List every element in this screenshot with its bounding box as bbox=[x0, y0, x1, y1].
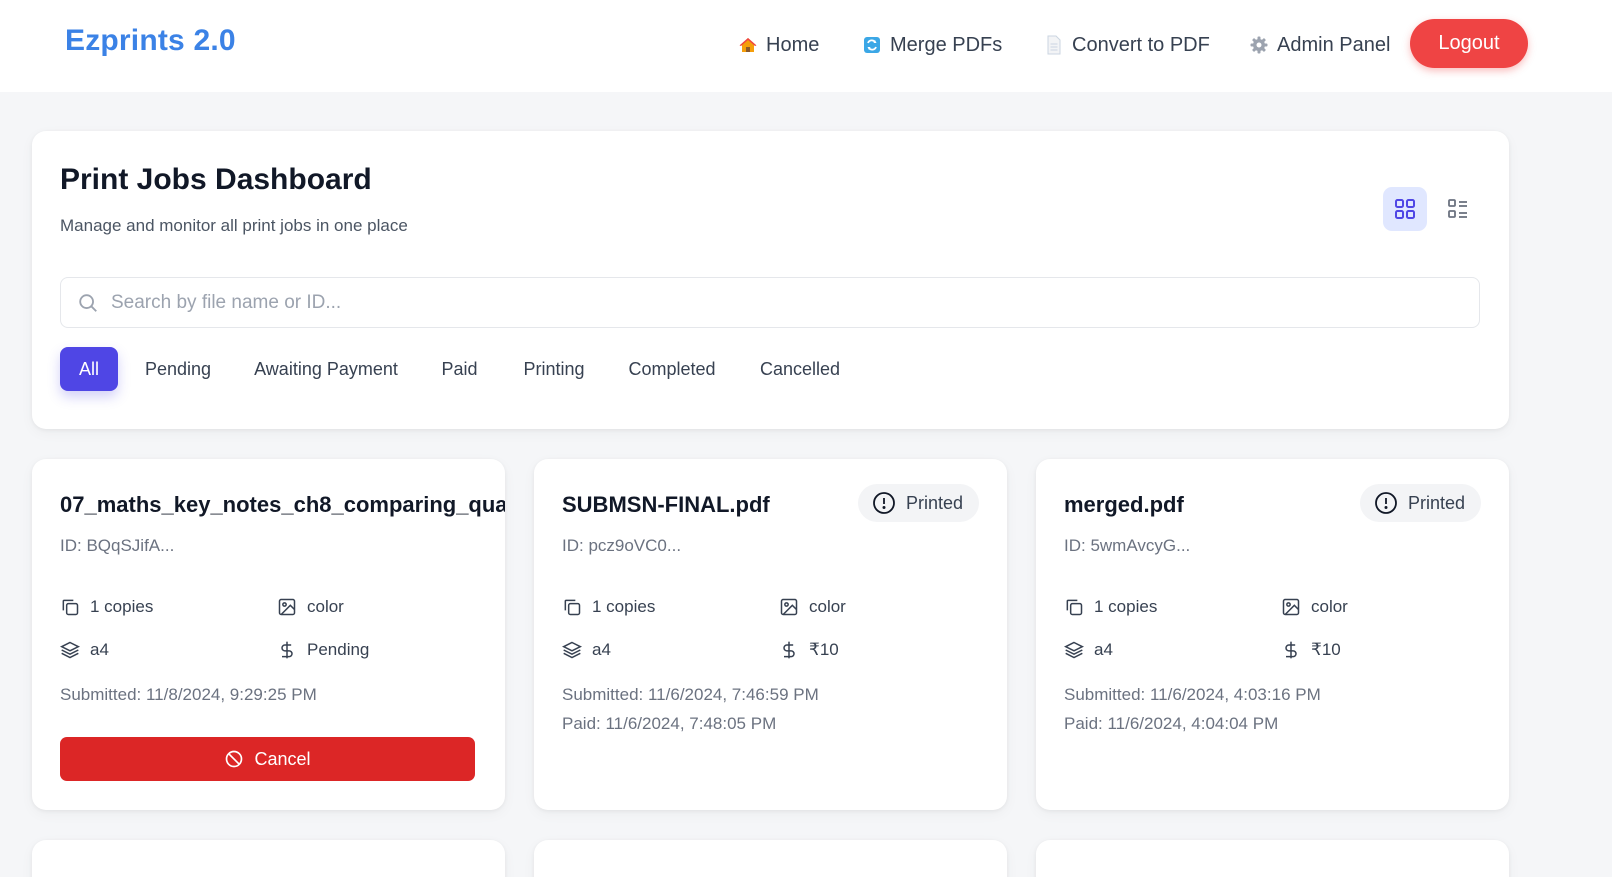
nav-admin-link[interactable]: Admin Panel bbox=[1249, 30, 1390, 60]
merge-icon bbox=[862, 35, 882, 55]
dashboard-header-card: Print Jobs Dashboard Manage and monitor … bbox=[32, 131, 1509, 429]
grid-icon bbox=[1395, 199, 1415, 219]
job-card[interactable]: merged.pdf Printed ID: 5wmAvcyG... 1 cop… bbox=[1036, 459, 1509, 810]
dollar-icon bbox=[783, 641, 795, 659]
layers-icon bbox=[60, 641, 80, 659]
job-id: ID: 5wmAvcyG... bbox=[1064, 536, 1191, 555]
ban-icon bbox=[226, 750, 243, 768]
job-paper-size: a4 bbox=[1064, 640, 1113, 660]
alert-circle-icon bbox=[1375, 492, 1397, 514]
document-icon bbox=[1044, 35, 1064, 55]
job-card-partial[interactable] bbox=[1036, 840, 1509, 877]
job-copies: 1 copies bbox=[1064, 597, 1157, 617]
nav-admin-label: Admin Panel bbox=[1277, 33, 1391, 56]
layers-icon bbox=[1064, 641, 1084, 659]
search-icon bbox=[79, 293, 97, 312]
layers-icon bbox=[562, 641, 582, 659]
job-id: ID: pcz9oVC0... bbox=[562, 536, 682, 555]
status-badge: Printed bbox=[1359, 484, 1481, 522]
status-badge: Printed bbox=[857, 484, 979, 522]
search-input[interactable] bbox=[111, 282, 1479, 323]
nav-convert-label: Convert to PDF bbox=[1072, 33, 1210, 56]
list-view-button[interactable] bbox=[1436, 187, 1480, 231]
copy-icon bbox=[564, 599, 581, 616]
job-card-partial[interactable] bbox=[32, 840, 505, 877]
cancel-job-button[interactable]: Cancel bbox=[60, 737, 475, 781]
job-color-mode: color bbox=[1281, 597, 1348, 617]
dollar-icon bbox=[281, 641, 293, 659]
search-box bbox=[60, 277, 1480, 328]
house-icon bbox=[738, 35, 758, 55]
image-icon bbox=[278, 598, 296, 616]
job-paper-size: a4 bbox=[60, 640, 109, 660]
nav-convert-link[interactable]: Convert to PDF bbox=[1044, 30, 1210, 60]
list-icon bbox=[1448, 199, 1467, 218]
job-color-mode: color bbox=[277, 597, 344, 617]
page-subtitle: Manage and monitor all print jobs in one… bbox=[60, 216, 408, 235]
image-icon bbox=[780, 598, 798, 616]
image-icon bbox=[1282, 598, 1300, 616]
page-title: Print Jobs Dashboard bbox=[60, 163, 372, 196]
job-paid-date: Paid: 11/6/2024, 7:48:05 PM bbox=[562, 714, 777, 733]
job-paid-date: Paid: 11/6/2024, 4:04:04 PM bbox=[1064, 714, 1279, 733]
job-id: ID: BQqSJifA... bbox=[60, 536, 175, 555]
filter-completed[interactable]: Completed bbox=[618, 347, 726, 391]
job-price: ₹10 bbox=[779, 640, 839, 660]
logout-button[interactable]: Logout bbox=[1410, 19, 1528, 68]
copy-icon bbox=[62, 599, 79, 616]
job-file-name: merged.pdf bbox=[1064, 492, 1184, 517]
job-color-mode: color bbox=[779, 597, 846, 617]
nav-home-label: Home bbox=[766, 33, 820, 56]
alert-circle-icon bbox=[873, 492, 895, 514]
job-price: ₹10 bbox=[1281, 640, 1341, 660]
job-card[interactable]: SUBMSN-FINAL.pdf Printed ID: pcz9oVC0...… bbox=[534, 459, 1007, 810]
dollar-icon bbox=[1285, 641, 1297, 659]
job-paper-size: a4 bbox=[562, 640, 611, 660]
job-submitted-date: Submitted: 11/6/2024, 7:46:59 PM bbox=[562, 685, 819, 704]
grid-view-button[interactable] bbox=[1383, 187, 1427, 231]
filter-printing[interactable]: Printing bbox=[512, 347, 596, 391]
top-navbar: Ezprints 2.0 Home Merge PDFs Convert to … bbox=[0, 0, 1612, 92]
job-copies: 1 copies bbox=[562, 597, 655, 617]
job-copies: 1 copies bbox=[60, 597, 153, 617]
job-price: Pending bbox=[277, 640, 369, 660]
filter-pending[interactable]: Pending bbox=[135, 347, 221, 391]
job-file-name: SUBMSN-FINAL.pdf bbox=[562, 492, 770, 517]
job-card-partial[interactable] bbox=[534, 840, 1007, 877]
filter-awaiting-payment[interactable]: Awaiting Payment bbox=[244, 347, 408, 391]
nav-merge-pdfs-link[interactable]: Merge PDFs bbox=[862, 30, 1002, 60]
brand-logo[interactable]: Ezprints 2.0 bbox=[65, 24, 236, 58]
job-submitted-date: Submitted: 11/8/2024, 9:29:25 PM bbox=[60, 685, 317, 704]
job-file-name: 07_maths_key_notes_ch8_comparing_qua bbox=[60, 492, 505, 517]
nav-merge-label: Merge PDFs bbox=[890, 33, 1003, 56]
filter-cancelled[interactable]: Cancelled bbox=[749, 347, 851, 391]
copy-icon bbox=[1066, 599, 1083, 616]
job-submitted-date: Submitted: 11/6/2024, 4:03:16 PM bbox=[1064, 685, 1321, 704]
job-card[interactable]: 07_maths_key_notes_ch8_comparing_qua ID:… bbox=[32, 459, 505, 810]
gear-icon bbox=[1249, 35, 1269, 55]
nav-home-link[interactable]: Home bbox=[738, 30, 819, 60]
filter-paid[interactable]: Paid bbox=[430, 347, 489, 391]
filter-all[interactable]: All bbox=[60, 347, 118, 391]
